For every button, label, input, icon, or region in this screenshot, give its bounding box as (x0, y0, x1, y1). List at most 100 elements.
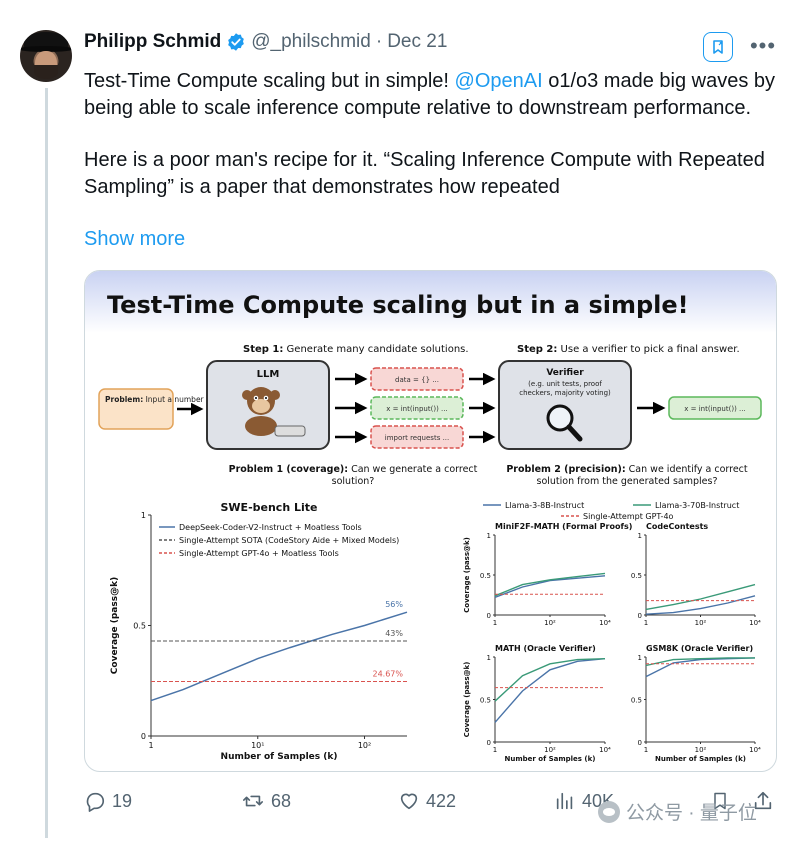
main-y-tick-label: 0 (141, 732, 146, 741)
main-legend-label: Single-Attempt SOTA (CodeStory Aide + Mi… (179, 536, 399, 545)
panel-x-tick-label: 10⁴ (599, 746, 611, 754)
panel-series-line (645, 657, 756, 678)
tweet-text: Test-Time Compute scaling but in simple!… (84, 68, 784, 200)
panel-title: GSM8K (Oracle Verifier) (646, 644, 753, 653)
wechat-icon (598, 800, 620, 823)
panel-x-label: Number of Samples (k) (655, 755, 746, 763)
step2-label: Step 2: Use a verifier to pick a final a… (517, 344, 740, 355)
show-more-link[interactable]: Show more (84, 228, 185, 251)
small-legend-label: Llama-3-70B-Instruct (655, 501, 739, 510)
reply-icon (86, 792, 105, 812)
heart-icon (400, 793, 418, 810)
repost-count: 68 (271, 790, 292, 811)
problem2-caption-line1: Problem 2 (precision): Can we identify a… (506, 464, 748, 475)
separator-dot: · (375, 31, 383, 52)
panel-y-tick-label: 1 (487, 654, 491, 662)
reply-count: 19 (112, 790, 133, 811)
small-legend-label: Single-Attempt GPT-4o (583, 512, 674, 521)
panel-series-line (494, 658, 606, 702)
mention-link[interactable]: @OpenAI (455, 70, 543, 92)
panel-title: MATH (Oracle Verifier) (495, 644, 596, 653)
main-x-tick-label: 1 (148, 741, 153, 750)
panel-y-tick-label: 0.5 (480, 572, 491, 580)
panel-y-label: Coverage (pass@k) (463, 537, 471, 613)
main-legend-label: Single-Attempt GPT-4o + Moatless Tools (179, 549, 339, 558)
panel-x-tick-label: 10⁴ (749, 746, 761, 754)
final-answer-text: x = int(input()) ... (684, 405, 745, 413)
panel-y-tick-label: 0.5 (631, 697, 642, 705)
verifier-title: Verifier (546, 368, 584, 378)
main-legend-label: DeepSeek-Coder-V2-Instruct + Moatless To… (179, 523, 362, 532)
main-x-tick-label: 10¹ (251, 741, 264, 750)
panel-y-tick-label: 1 (638, 654, 642, 662)
panel-x-tick-label: 1 (644, 746, 648, 754)
author-handle[interactable]: @_philschmid (251, 31, 371, 53)
problem2-caption-line2: solution from the generated samples? (537, 476, 718, 487)
main-y-tick-label: 1 (141, 511, 146, 520)
panel-y-tick-label: 0 (638, 612, 642, 620)
more-options-icon[interactable]: ••• (750, 33, 776, 58)
panel-y-tick-label: 0 (487, 739, 491, 747)
grok-button[interactable] (703, 32, 733, 62)
repost-icon (243, 795, 263, 807)
panel-y-label: Coverage (pass@k) (463, 662, 471, 738)
problem1-caption-line1: Problem 1 (coverage): Can we generate a … (229, 464, 478, 475)
avatar[interactable] (20, 30, 72, 82)
panel-x-label: Number of Samples (k) (505, 755, 596, 763)
main-x-label: Number of Samples (k) (221, 752, 338, 762)
panel-x-tick-label: 1 (493, 619, 497, 627)
panel-x-tick-label: 10² (544, 746, 556, 754)
panel-y-tick-label: 0.5 (631, 572, 642, 580)
problem1-caption-line2: solution? (332, 476, 375, 487)
swe-bench-chart: SWE-bench Lite 0 0.5 1 1 10¹ 10² Number of Samp… (110, 501, 408, 762)
main-y-tick-label: 0.5 (133, 622, 146, 631)
views-icon (556, 792, 573, 810)
figure-title: Test-Time Compute scaling but in a simpl… (107, 291, 689, 319)
tweet-media-image[interactable]: Test-Time Compute scaling but in a simpl… (84, 270, 777, 772)
author-name[interactable]: Philipp Schmid (84, 31, 221, 53)
main-annotation: 43% (385, 629, 403, 638)
grok-icon (713, 40, 723, 54)
panel-y-tick-label: 0 (638, 739, 642, 747)
main-series-line (150, 611, 408, 702)
panel-x-tick-label: 1 (644, 619, 648, 627)
tweet-header: Philipp Schmid @_philschmid · Dec 21 (84, 30, 447, 54)
avatar-beard (34, 65, 58, 79)
figure-svg: Test-Time Compute scaling but in a simpl… (85, 271, 776, 763)
thread-line (45, 88, 48, 838)
panel-y-tick-label: 1 (487, 532, 491, 540)
candidate-text-1: data = {} ... (395, 376, 439, 384)
panel-y-tick-label: 1 (638, 532, 642, 540)
main-x-tick-label: 10² (358, 741, 371, 750)
verifier-desc-line2: checkers, majority voting) (519, 389, 611, 397)
watermark: 公众号 · 量子位 (598, 798, 757, 825)
tweet-paragraph-1: Test-Time Compute scaling but in simple!… (84, 68, 784, 121)
panel-x-tick-label: 10² (695, 619, 707, 627)
like-button[interactable]: 422 (398, 786, 456, 816)
panel-y-tick-label: 0 (487, 612, 491, 620)
panel-x-tick-label: 10² (544, 619, 556, 627)
step1-label: Step 1: Generate many candidate solution… (243, 344, 469, 355)
tweet-paragraph-2: Here is a poor man's recipe for it. “Sca… (84, 149, 765, 198)
tweet-date[interactable]: Dec 21 (387, 31, 447, 53)
main-y-label: Coverage (pass@k) (110, 577, 120, 674)
candidate-text-2: x = int(input()) ... (386, 405, 447, 413)
small-legend-label: Llama-3-8B-Instruct (505, 501, 584, 510)
panel-title: MiniF2F-MATH (Formal Proofs) (495, 522, 632, 531)
panel-series-line (645, 583, 756, 611)
panel-x-tick-label: 10⁴ (749, 619, 761, 627)
candidate-text-3: import requests ... (385, 434, 450, 442)
panel-x-tick-label: 1 (493, 746, 497, 754)
panel-x-tick-label: 10² (695, 746, 707, 754)
main-chart-title: SWE-bench Lite (221, 501, 318, 514)
like-count: 422 (426, 790, 457, 811)
panel-series-line (494, 658, 606, 723)
panel-title: CodeContests (646, 522, 708, 531)
repost-button[interactable]: 68 (241, 786, 291, 816)
reply-button[interactable]: 19 (84, 786, 132, 816)
main-annotation: 56% (385, 600, 403, 609)
panel-x-tick-label: 10⁴ (599, 619, 611, 627)
tweet-text-part1: Test-Time Compute scaling but in simple! (84, 70, 455, 92)
verifier-desc-line1: (e.g. unit tests, proof (528, 380, 602, 388)
